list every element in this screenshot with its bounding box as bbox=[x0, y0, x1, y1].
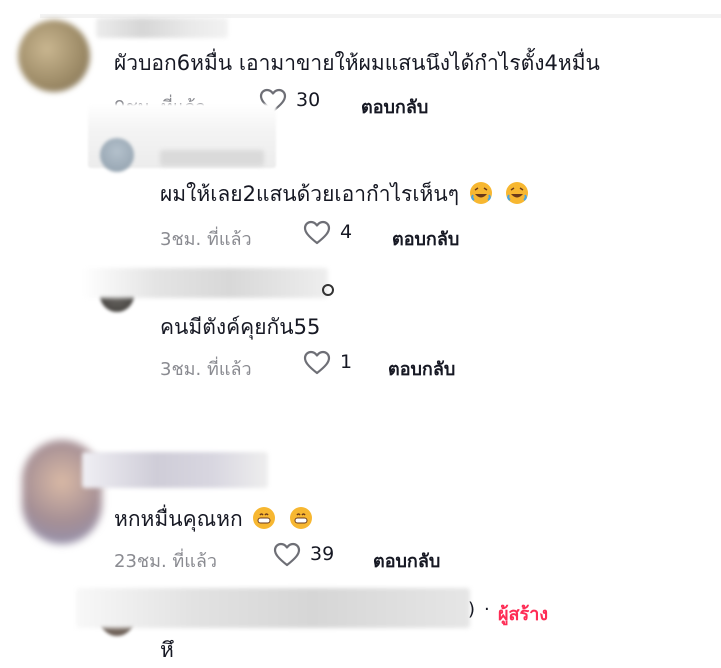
comment-text: หกหมื่นคุณหก bbox=[114, 503, 313, 536]
comment-text: ผัวบอก6หมื่น เอามาขายให้ผมแสนนึงได้กำไรต… bbox=[114, 51, 600, 75]
separator-dot: · bbox=[484, 599, 490, 620]
creator-badge: ผู้สร้าง bbox=[498, 604, 549, 625]
heart-icon[interactable] bbox=[273, 542, 301, 568]
rolling-laughing-emoji bbox=[469, 182, 492, 204]
comment-timestamp: 3ชม. ที่แล้ว bbox=[160, 229, 252, 250]
comment-text-content: ผมให้เลย2แสนด้วยเอากำไรเห็นๆ bbox=[160, 182, 459, 206]
username-blurred[interactable] bbox=[82, 452, 268, 488]
comment-timestamp: 23ชม. ที่แล้ว bbox=[114, 551, 218, 572]
heart-icon[interactable] bbox=[303, 350, 331, 376]
comment-text: ผมให้เลย2แสนด้วยเอากำไรเห็นๆ bbox=[160, 178, 529, 211]
username-blurred[interactable] bbox=[76, 588, 470, 628]
like-count: 30 bbox=[296, 89, 321, 111]
reply-button[interactable]: ตอบกลับ bbox=[392, 224, 459, 253]
comment-text-content: หกหมื่นคุณหก bbox=[114, 507, 243, 531]
username-blurred[interactable] bbox=[96, 18, 228, 38]
rolling-laughing-emoji bbox=[506, 182, 529, 204]
comment-timestamp: 3ชม. ที่แล้ว bbox=[160, 359, 252, 380]
grinning-emoji bbox=[253, 507, 276, 529]
avatar[interactable] bbox=[18, 20, 90, 92]
heart-icon[interactable] bbox=[303, 220, 331, 246]
like-count: 39 bbox=[310, 543, 335, 565]
avatar[interactable] bbox=[100, 138, 134, 172]
username-blurred[interactable] bbox=[82, 268, 328, 298]
grinning-emoji bbox=[290, 507, 313, 529]
like-count: 1 bbox=[340, 351, 353, 373]
like-count: 4 bbox=[340, 221, 353, 243]
username-blurred[interactable] bbox=[160, 150, 264, 166]
reply-button[interactable]: ตอบกลับ bbox=[388, 354, 455, 383]
reply-button[interactable]: ตอบกลับ bbox=[361, 92, 428, 121]
comment-text: หึ bbox=[160, 638, 174, 662]
author-suffix: ) bbox=[468, 599, 476, 620]
comment-text: คนมีตังค์คุยกัน55 bbox=[160, 315, 321, 339]
verified-icon bbox=[322, 284, 334, 296]
reply-button[interactable]: ตอบกลับ bbox=[373, 546, 440, 575]
